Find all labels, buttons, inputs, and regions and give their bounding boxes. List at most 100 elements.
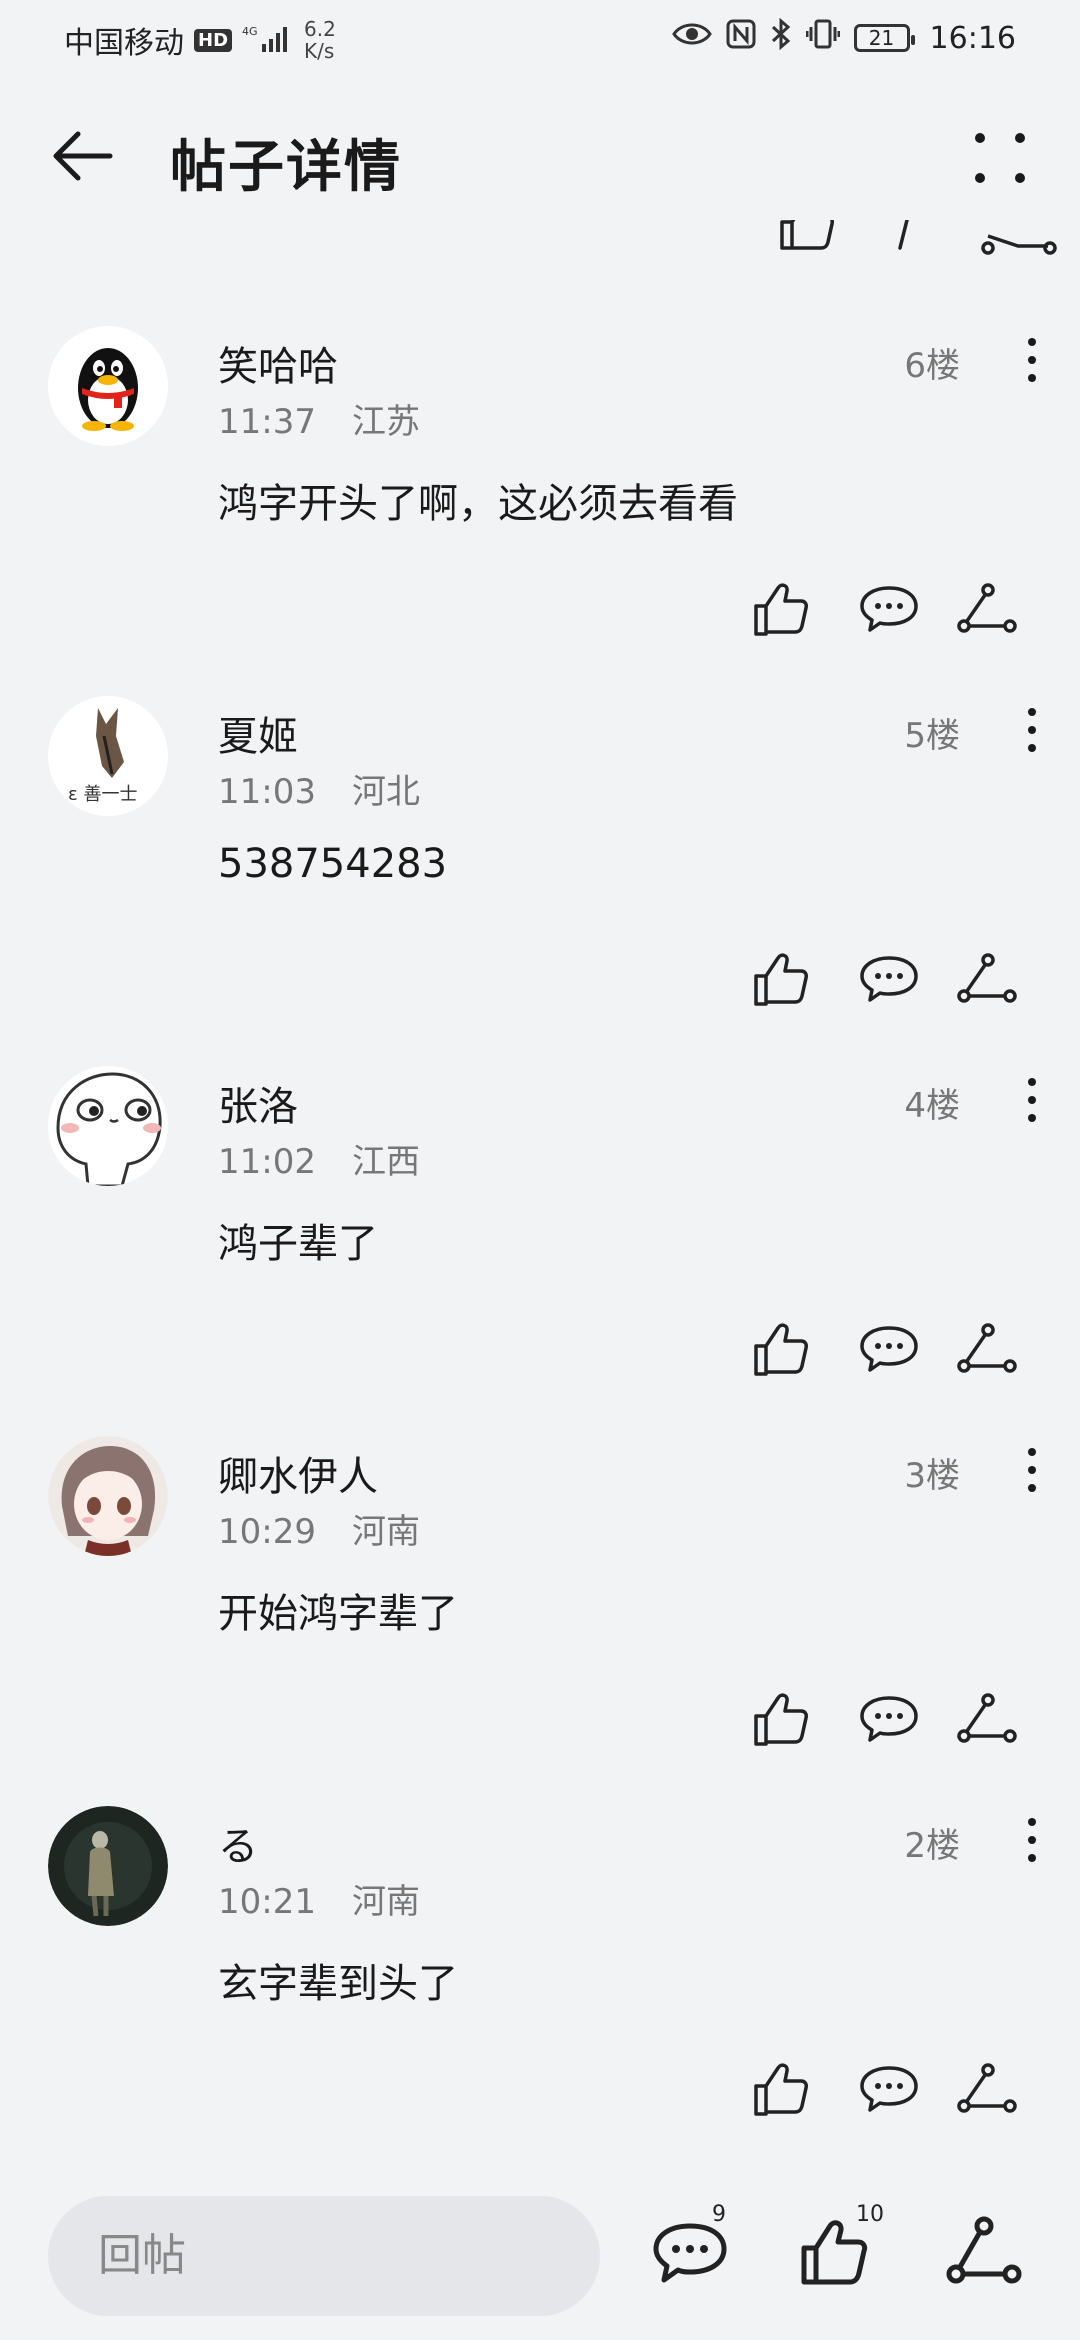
post-location: 河南 [351,1882,420,1922]
svg-text:ε 善一士: ε 善一士 [68,784,137,805]
avatar[interactable] [48,1806,168,1926]
post-more-button[interactable] [1004,1812,1060,1868]
more-vertical-icon [1028,1448,1036,1492]
penguin-avatar-icon [48,326,168,446]
grid-dots-icon [975,133,1025,183]
share-button[interactable] [954,1316,1020,1382]
post-more-button[interactable] [1004,332,1060,388]
share-button[interactable] [954,576,1020,642]
floor-number: 4楼 [904,1086,960,1126]
hd-icon: HD [194,28,233,52]
like-count-badge: 10 [856,2202,884,2227]
like-button[interactable] [750,576,816,642]
username[interactable]: 笑哈哈 [218,334,338,392]
post-time: 11:37 [218,402,316,442]
post-item: 卿水伊人 10:29 河南 3楼 开始鸿字辈了 [0,1436,1080,1806]
post-meta: 11:03 河北 [218,764,420,813]
post-more-button[interactable] [1004,1442,1060,1498]
username[interactable]: 夏姬 [218,704,298,762]
thumbs-up-icon [754,583,808,636]
post-meta: 10:29 河南 [218,1504,420,1553]
post-content: 开始鸿字辈了 [218,1591,458,1637]
post-time: 10:29 [218,1512,316,1552]
post-time: 10:21 [218,1882,316,1922]
like-button[interactable] [750,1316,816,1382]
post-item: 张洛 11:02 江西 4楼 鸿子辈了 [0,1066,1080,1436]
post-meta: 11:02 江西 [218,1134,420,1183]
dark-figure-avatar-icon [48,1806,168,1926]
clock: 16:16 [929,20,1016,56]
bluetooth-icon [770,17,792,58]
post-location: 河北 [351,772,420,812]
comment-button[interactable] [856,576,922,642]
cartoon-face-avatar-icon [48,1066,168,1186]
post-content: 538754283 [218,841,448,887]
comment-icon [860,1696,918,1742]
post-actions [750,946,1080,1016]
previous-post-actions [0,220,1080,256]
comment-button[interactable] [856,1316,922,1382]
post-location: 河南 [351,1512,420,1552]
comment-button[interactable] [856,946,922,1012]
reply-input[interactable]: 回帖 [48,2196,600,2316]
app-header: 帖子详情 [0,100,1080,220]
floor-number: 5楼 [904,716,960,756]
post-location: 江苏 [351,402,420,442]
post-location: 江西 [351,1142,420,1182]
svg-text:4G: 4G [242,25,258,38]
post-time: 11:03 [218,772,316,812]
share-post-button[interactable] [944,2208,1034,2298]
comment-button[interactable] [856,1686,922,1752]
comments-button[interactable]: 9 [652,2202,742,2298]
post-item: る 10:21 河南 2楼 玄字辈到头了 [0,1806,1080,2176]
more-options-button[interactable] [964,122,1036,194]
arrow-left-icon [53,131,113,181]
more-vertical-icon [1028,708,1036,752]
comment-icon [860,586,918,632]
avatar[interactable] [48,1066,168,1186]
comment-icon [860,956,918,1002]
avatar[interactable] [48,326,168,446]
comment-button[interactable] [856,2056,922,2122]
page-title: 帖子详情 [170,135,402,200]
share-button[interactable] [954,1686,1020,1752]
share-icon [957,583,1017,633]
share-icon [957,1693,1017,1743]
username[interactable]: 张洛 [218,1074,298,1132]
sketch-avatar-icon: ε 善一士 [48,696,168,816]
avatar[interactable] [48,1436,168,1556]
username[interactable]: 卿水伊人 [218,1444,378,1502]
more-vertical-icon [1028,1078,1036,1122]
post-item: ε 善一士 夏姬 11:03 河北 5楼 538754283 [0,696,1080,1066]
back-button[interactable] [48,120,120,192]
share-icon [946,2216,1022,2284]
floor-number: 3楼 [904,1456,960,1496]
post-more-button[interactable] [1004,1072,1060,1128]
more-vertical-icon [1028,338,1036,382]
avatar[interactable]: ε 善一士 [48,696,168,816]
signal-icon: 4G [242,24,288,57]
post-more-button[interactable] [1004,702,1060,758]
post-actions [750,576,1080,646]
carrier-label: 中国移动 [64,26,184,61]
like-button[interactable] [750,2056,816,2122]
thumbs-up-icon [754,1323,808,1376]
comment-icon [860,1326,918,1372]
like-button[interactable] [750,946,816,1012]
post-content: 玄字辈到头了 [218,1961,458,2007]
like-button[interactable] [750,1686,816,1752]
post-meta: 11:37 江苏 [218,394,420,443]
like-post-button[interactable]: 10 [796,2202,886,2298]
share-button[interactable] [954,946,1020,1012]
post-actions [750,1316,1080,1386]
post-time: 11:02 [218,1142,316,1182]
eye-icon [671,20,712,56]
comment-count-badge: 9 [712,2202,726,2227]
net-speed: 6.2 K/s [304,17,336,63]
anime-girl-avatar-icon [48,1436,168,1556]
username[interactable]: る [218,1814,258,1872]
floor-number: 6楼 [904,346,960,386]
bottom-bar: 回帖 9 10 [0,2180,1080,2340]
share-button[interactable] [954,2056,1020,2122]
post-content: 鸿字开头了啊，这必须去看看 [218,481,738,527]
